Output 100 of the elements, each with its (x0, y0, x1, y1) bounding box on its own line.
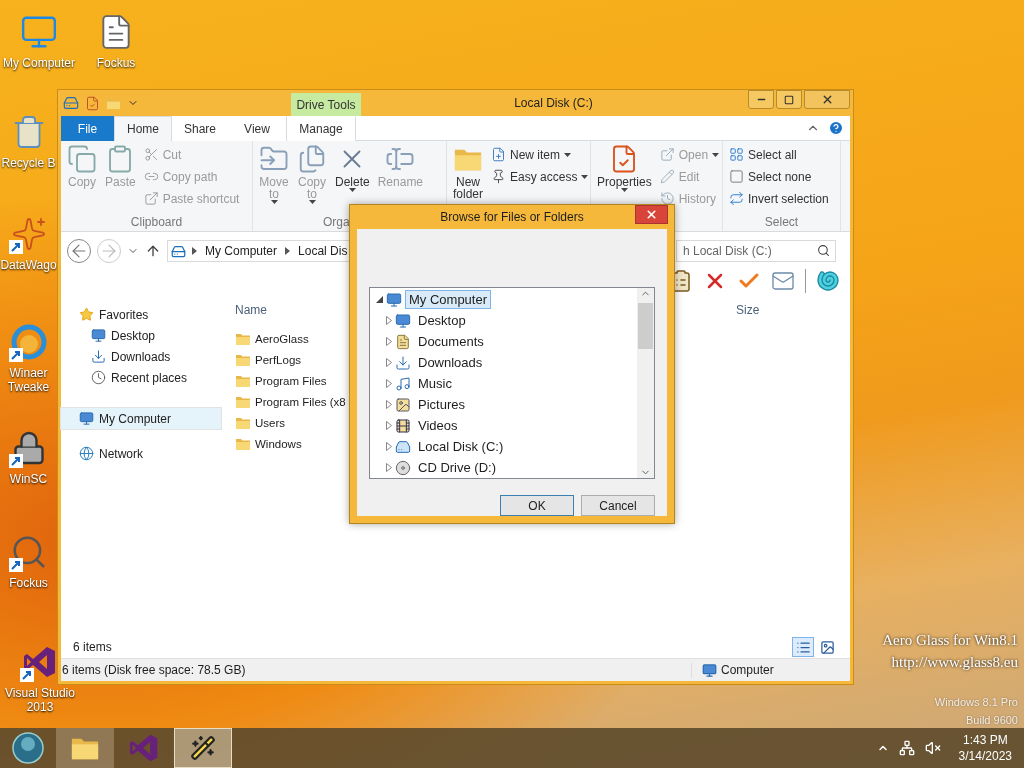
ribbon-button[interactable]: Properties (595, 144, 654, 215)
file-name[interactable]: PerfLogs (255, 353, 302, 366)
tree-item[interactable]: Desktop (414, 311, 470, 330)
volume-muted-icon[interactable] (924, 740, 941, 756)
watermark-text: Aero Glass for Win8.1 (882, 631, 1018, 650)
breadcrumb-item[interactable]: My Computer (203, 244, 280, 258)
tree-item[interactable]: Documents (414, 332, 488, 351)
watermark-text: http://www.glass8.eu (891, 653, 1018, 672)
tree-item[interactable]: CD Drive (D:) (414, 458, 500, 477)
ribbon-tab[interactable]: File (61, 116, 114, 141)
expand-arrow-icon[interactable] (386, 358, 392, 367)
nav-item[interactable]: Downloads (61, 346, 221, 367)
vs-logo-icon (129, 733, 159, 763)
ribbon-button[interactable]: Select none (727, 166, 831, 187)
expand-arrow-icon[interactable] (386, 463, 392, 472)
ribbon-button[interactable]: Delete (333, 144, 372, 215)
videos-icon (395, 417, 411, 434)
computer-icon (386, 291, 402, 308)
network-icon (79, 446, 94, 461)
tree-item[interactable]: Pictures (414, 395, 469, 414)
network-icon[interactable] (898, 740, 915, 756)
shell-icon[interactable] (816, 269, 840, 293)
invert-selection-icon (729, 191, 744, 206)
envelope-icon[interactable] (771, 269, 795, 293)
up-button[interactable] (145, 243, 161, 259)
properties-icon[interactable] (85, 95, 100, 111)
computer-icon (702, 662, 717, 678)
ribbon-button[interactable]: Invert selection (727, 188, 831, 209)
folder-copy-icon (297, 144, 327, 174)
help-icon[interactable] (828, 120, 844, 136)
scrollbar[interactable] (637, 288, 654, 478)
nav-item[interactable]: Favorites (61, 304, 221, 325)
computer-icon (79, 411, 94, 426)
monitor-icon (91, 328, 106, 343)
breadcrumb-arrow-icon (285, 247, 291, 255)
nav-item[interactable]: Recent places (61, 367, 221, 388)
close-button[interactable] (635, 205, 668, 224)
group-label: Select (764, 215, 799, 229)
details-view-button[interactable] (792, 637, 814, 657)
tree-item[interactable]: Videos (414, 416, 462, 435)
status-location: Computer (721, 663, 774, 677)
nav-item[interactable]: Network (61, 443, 221, 464)
download-icon (91, 349, 106, 364)
open-icon (659, 147, 675, 162)
dialog-button[interactable]: OK (500, 495, 574, 516)
dialog-button[interactable]: Cancel (581, 495, 655, 516)
ribbon-tab[interactable]: Home (114, 116, 172, 141)
downloads-icon (395, 354, 411, 371)
shortcut-icon (143, 191, 159, 206)
expand-arrow-icon[interactable] (386, 421, 392, 430)
drive-icon (395, 438, 411, 455)
item-count: 6 items (73, 640, 112, 654)
file-name[interactable]: Program Files (x8 (255, 395, 346, 408)
group-label: Clipboard (130, 215, 183, 229)
expand-arrow-icon[interactable] (386, 442, 392, 451)
copy-icon (67, 144, 97, 174)
magic-wand-icon (190, 735, 216, 761)
maximize-icon (784, 94, 794, 105)
scroll-thumb[interactable] (638, 303, 653, 349)
group-label: Orga (323, 215, 350, 229)
search-icon (817, 244, 830, 257)
os-version-text: Build 9600 (966, 713, 1018, 728)
file-name[interactable]: Windows (255, 437, 302, 450)
expand-arrow-icon[interactable] (386, 400, 392, 409)
breadcrumb-item[interactable]: Local Dis (296, 244, 350, 258)
file-name[interactable]: Program Files (255, 374, 327, 387)
pin-icon (491, 169, 506, 184)
ribbon-button[interactable]: Easy access (489, 166, 591, 187)
tree-item[interactable]: My Computer (405, 290, 492, 309)
file-name[interactable]: AeroGlass (255, 332, 309, 345)
maximize-button[interactable] (776, 90, 802, 109)
column-header[interactable]: Name (235, 303, 267, 317)
breadcrumb-arrow-icon (192, 247, 197, 255)
drive-icon (63, 95, 79, 111)
tree-item[interactable]: Local Disk (C:) (414, 437, 508, 456)
file-name[interactable]: Users (255, 416, 286, 429)
ribbon-button[interactable]: Select all (727, 144, 831, 165)
os-version-text: Windows 8.1 Pro (934, 695, 1018, 710)
minimize-button[interactable] (748, 90, 774, 109)
taskbar-button[interactable] (174, 728, 232, 768)
expand-arrow-icon[interactable] (386, 379, 392, 388)
search-field[interactable]: h Local Disk (C:) (676, 240, 836, 262)
edit-icon (659, 169, 675, 184)
nav-item[interactable]: My Computer (61, 408, 221, 429)
nav-item[interactable]: Desktop (61, 325, 221, 346)
ribbon-tab[interactable]: Manage (286, 116, 356, 141)
status-text: 6 items (Disk free space: 78.5 GB) (61, 663, 247, 677)
clock[interactable]: 1:43 PM 3/14/2023 (958, 732, 1012, 764)
collapse-arrow-icon[interactable] (376, 296, 383, 303)
select-all-icon (729, 147, 744, 162)
expand-arrow-icon[interactable] (386, 316, 392, 325)
column-header[interactable]: Size (736, 303, 760, 317)
ribbon-button[interactable]: New item (489, 144, 591, 165)
tree-item[interactable]: Downloads (414, 353, 487, 372)
clock-icon (91, 370, 106, 385)
desktop-icon (395, 312, 411, 329)
expand-arrow-icon[interactable] (386, 337, 392, 346)
drive-icon (171, 243, 186, 259)
tree-item[interactable]: Music (414, 374, 456, 393)
close-icon (645, 208, 658, 221)
